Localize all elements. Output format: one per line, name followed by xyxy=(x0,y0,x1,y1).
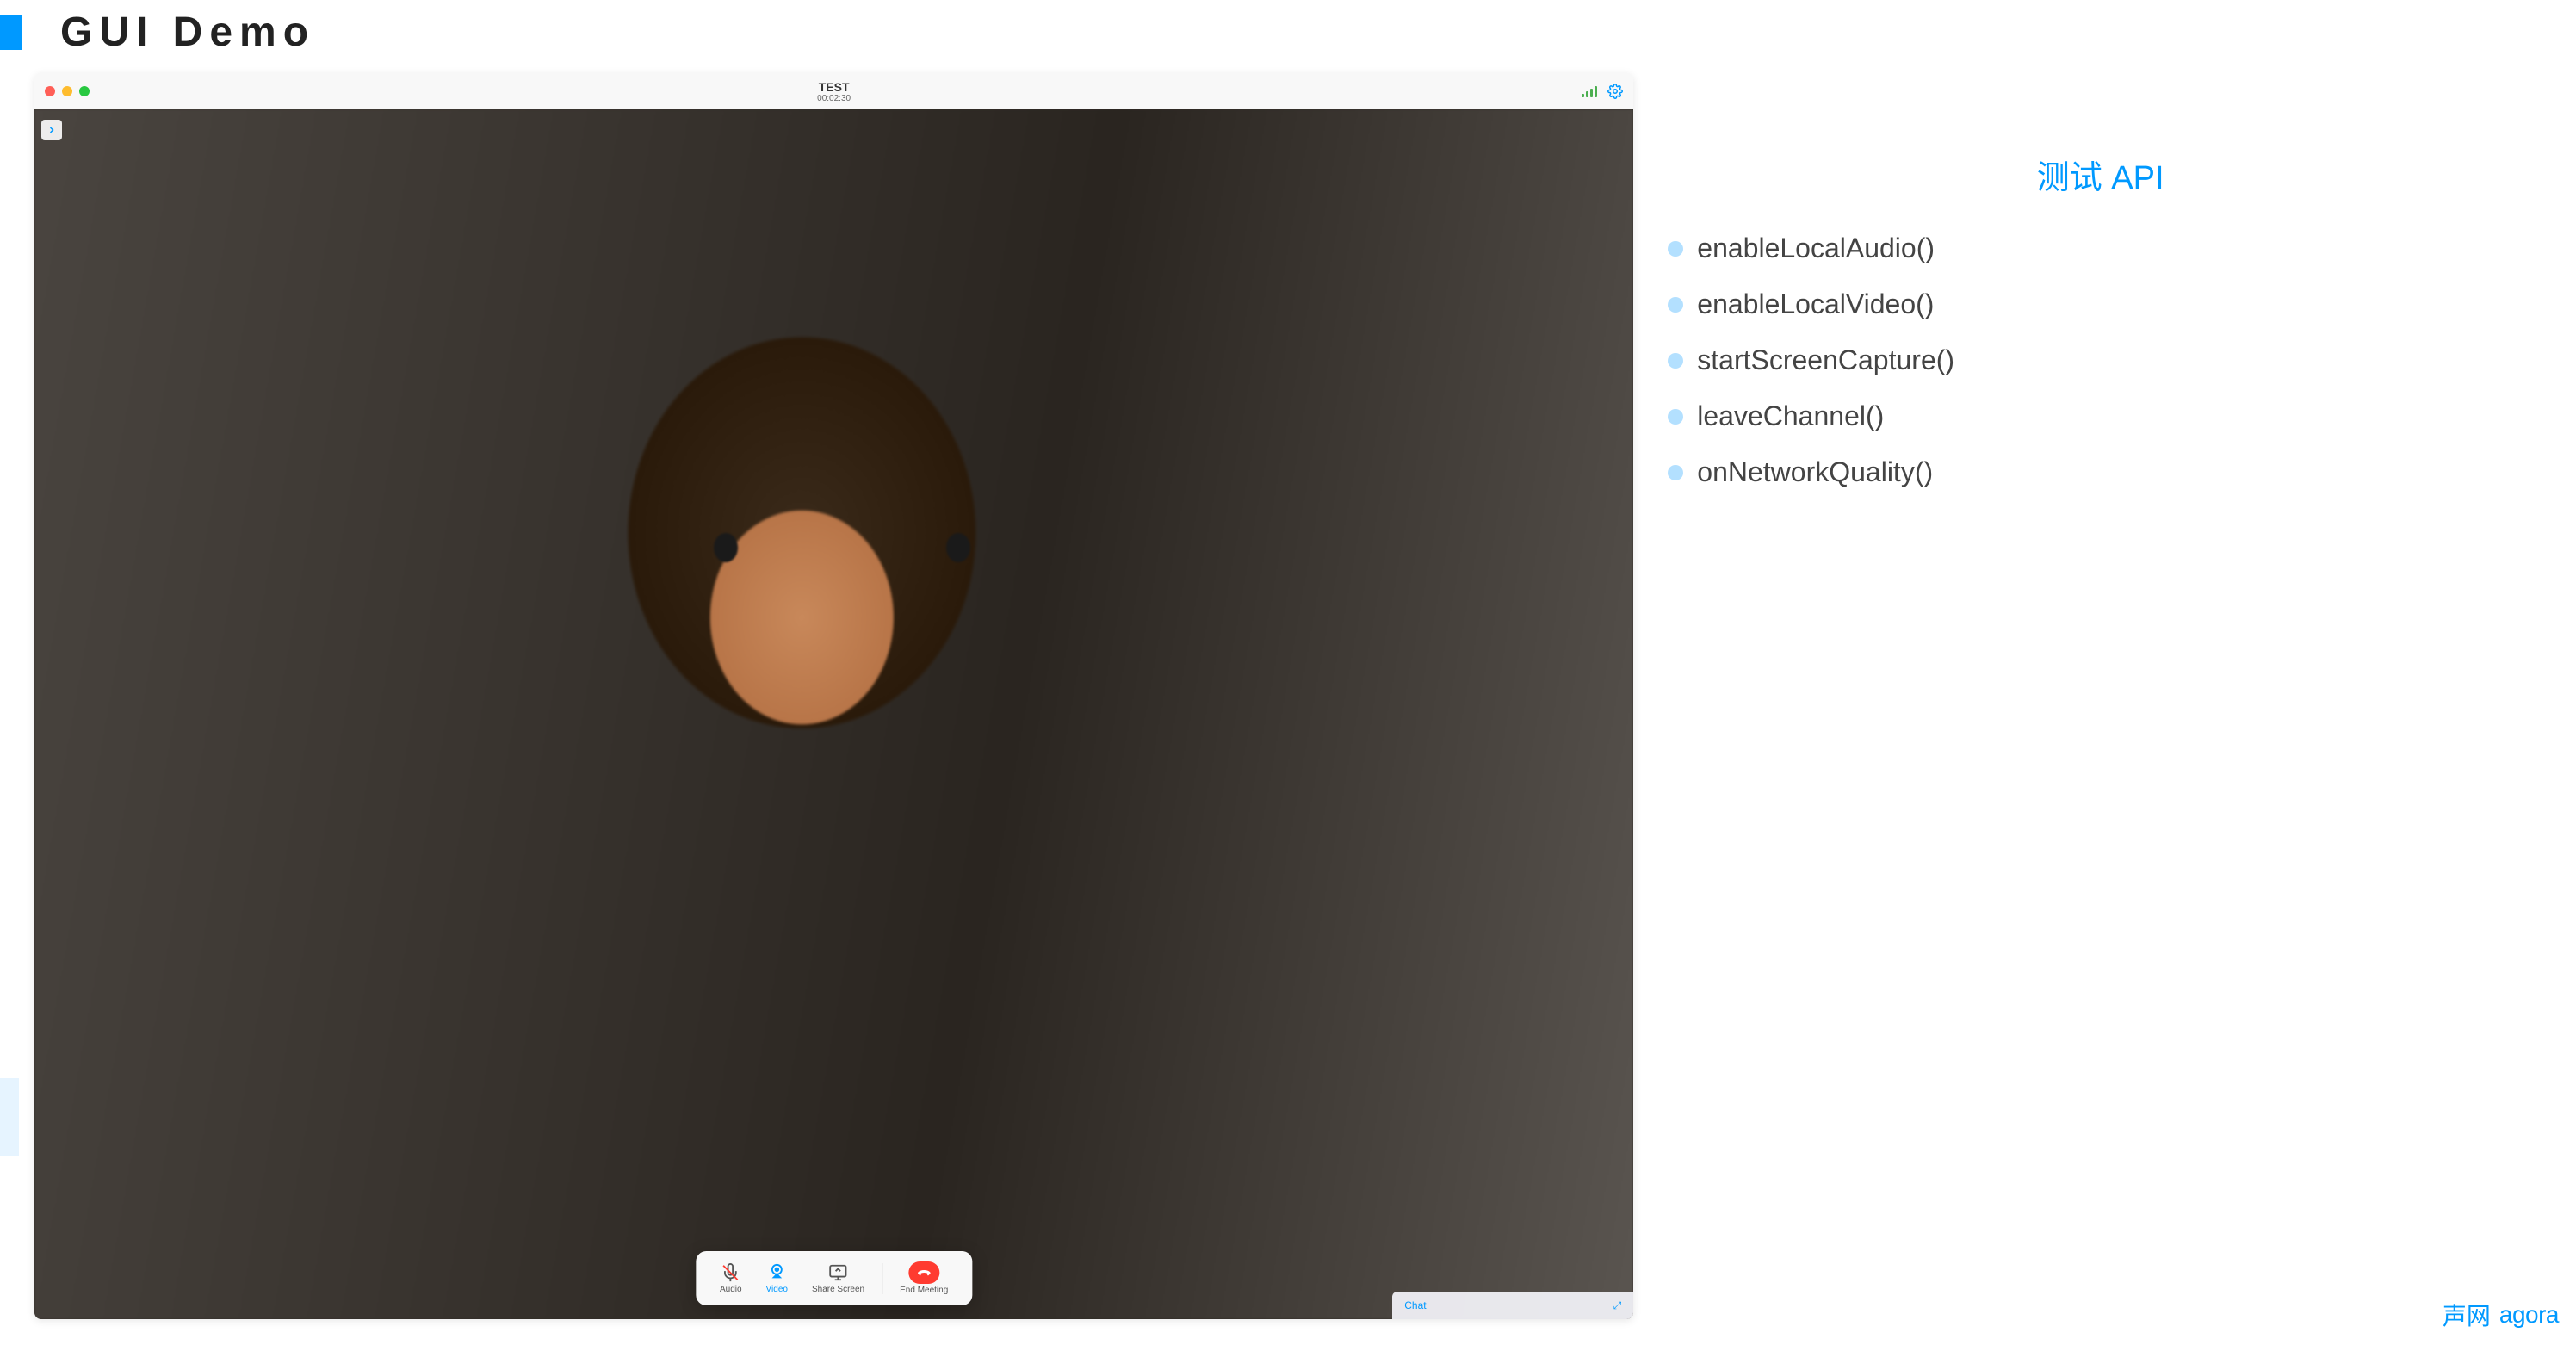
sidebar-toggle[interactable] xyxy=(41,120,62,140)
accent-bar xyxy=(0,15,22,50)
bullet-icon xyxy=(1668,465,1683,480)
api-text: leaveChannel() xyxy=(1697,400,1884,432)
logo-en: agora xyxy=(2499,1301,2559,1329)
hangup-icon xyxy=(908,1261,939,1284)
call-timer: 00:02:30 xyxy=(817,94,851,103)
footer-logo: 声网 agora xyxy=(2443,1298,2559,1332)
api-text: enableLocalVideo() xyxy=(1697,288,1934,320)
window-title: TEST xyxy=(817,80,851,94)
camera-icon xyxy=(766,1262,787,1283)
expand-icon: ⤢ xyxy=(1613,1299,1622,1312)
end-meeting-label: End Meeting xyxy=(900,1286,948,1295)
close-button[interactable] xyxy=(45,86,55,96)
bullet-icon xyxy=(1668,297,1683,313)
chat-label: Chat xyxy=(1404,1299,1426,1311)
maximize-button[interactable] xyxy=(79,86,90,96)
chat-bar[interactable]: Chat ⤢ xyxy=(1392,1292,1633,1319)
logo-cn: 声网 xyxy=(2443,1298,2491,1332)
api-item: enableLocalAudio() xyxy=(1668,232,2533,264)
slide-title: GUI Demo xyxy=(60,9,315,56)
api-text: enableLocalAudio() xyxy=(1697,232,1935,264)
left-accent xyxy=(0,1078,19,1156)
api-list: enableLocalAudio() enableLocalVideo() st… xyxy=(1668,232,2533,488)
bullet-icon xyxy=(1668,353,1683,369)
api-item: onNetworkQuality() xyxy=(1668,456,2533,488)
bullet-icon xyxy=(1668,241,1683,257)
video-feed xyxy=(34,109,1633,1319)
api-item: startScreenCapture() xyxy=(1668,344,2533,376)
app-window: TEST 00:02:30 xyxy=(34,73,1633,1319)
api-title: 测试 API xyxy=(1668,151,2533,198)
signal-icon[interactable] xyxy=(1582,85,1597,97)
end-meeting-button[interactable]: End Meeting xyxy=(889,1258,958,1299)
traffic-lights xyxy=(45,86,90,96)
mic-muted-icon xyxy=(721,1262,741,1283)
control-bar: Audio Video xyxy=(696,1251,972,1305)
video-label: Video xyxy=(766,1285,788,1294)
minimize-button[interactable] xyxy=(62,86,72,96)
window-titlebar: TEST 00:02:30 xyxy=(34,73,1633,109)
api-item: enableLocalVideo() xyxy=(1668,288,2533,320)
api-text: startScreenCapture() xyxy=(1697,344,1954,376)
share-screen-icon xyxy=(828,1262,849,1283)
api-panel: 测试 API enableLocalAudio() enableLocalVid… xyxy=(1668,73,2533,1319)
share-screen-button[interactable]: Share Screen xyxy=(802,1259,875,1298)
slide-header: GUI Demo xyxy=(0,0,2576,73)
api-text: onNetworkQuality() xyxy=(1697,456,1933,488)
video-button[interactable]: Video xyxy=(756,1259,798,1298)
bullet-icon xyxy=(1668,409,1683,425)
audio-label: Audio xyxy=(720,1285,742,1294)
share-screen-label: Share Screen xyxy=(812,1285,864,1294)
audio-button[interactable]: Audio xyxy=(709,1259,752,1298)
api-item: leaveChannel() xyxy=(1668,400,2533,432)
video-area: Audio Video xyxy=(34,109,1633,1319)
settings-icon[interactable] xyxy=(1607,84,1623,99)
